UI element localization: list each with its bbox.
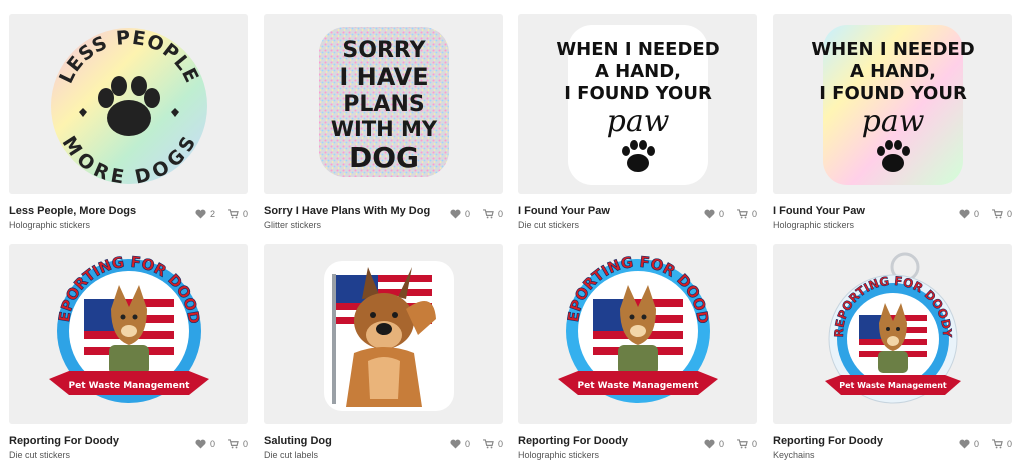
like-count: 0	[718, 439, 724, 449]
cart-count: 0	[497, 209, 503, 219]
like-count: 0	[973, 209, 979, 219]
cart-icon[interactable]	[992, 209, 1003, 219]
product-grid: LESS PEOPLE MORE DOGS Less People, More …	[0, 0, 1024, 471]
sticker-line: A HAND,	[849, 61, 935, 82]
product-card[interactable]: LESS PEOPLE MORE DOGS Less People, More …	[9, 14, 248, 231]
saluting-dog-label-art	[323, 261, 454, 411]
product-actions: 0 0	[195, 439, 248, 449]
product-subtitle: Glitter stickers	[264, 220, 322, 230]
like-count: 2	[209, 209, 215, 219]
cart-count: 0	[751, 209, 757, 219]
heart-icon[interactable]	[450, 439, 461, 449]
heart-icon[interactable]	[704, 439, 715, 449]
sticker-line: WHEN I NEEDED	[556, 39, 719, 60]
like-count: 0	[973, 439, 979, 449]
heart-icon[interactable]	[195, 439, 206, 449]
product-subtitle: Die cut stickers	[9, 450, 71, 460]
product-card[interactable]: REPORTING FOR DOODY Pet Waste Management…	[773, 244, 1012, 461]
like-count: 0	[718, 209, 724, 219]
cart-icon[interactable]	[483, 209, 494, 219]
product-actions: 0 0	[959, 439, 1012, 449]
cart-count: 0	[242, 439, 248, 449]
product-subtitle: Holographic stickers	[518, 450, 600, 460]
product-image[interactable]: REPORTING FOR DOODY Pet Waste Management	[518, 244, 757, 424]
sticker-line: I FOUND YOUR	[564, 83, 712, 104]
badge-ribbon-text: Pet Waste Management	[839, 381, 947, 390]
found-your-paw-holo-sticker-art: WHEN I NEEDED A HAND, I FOUND YOUR paw	[811, 25, 974, 185]
product-title[interactable]: I Found Your Paw	[518, 205, 708, 218]
cart-icon[interactable]	[483, 439, 494, 449]
product-image[interactable]: WHEN I NEEDED A HAND, I FOUND YOUR paw	[773, 14, 1012, 194]
product-actions: 0 0	[704, 439, 757, 449]
product-actions: 0 0	[959, 209, 1012, 219]
sticker-line: I FOUND YOUR	[819, 83, 967, 104]
sorry-plans-sticker-art: SORRY I HAVE PLANS WITH MY DOG	[318, 27, 449, 177]
cart-count: 0	[1006, 439, 1012, 449]
heart-icon[interactable]	[704, 209, 715, 219]
product-actions: 0 0	[704, 209, 757, 219]
sticker-script-word: paw	[606, 104, 669, 139]
product-card[interactable]: REPORTING FOR DOODY Pet Waste Management…	[9, 244, 248, 461]
cart-icon[interactable]	[737, 209, 748, 219]
like-count: 0	[209, 439, 215, 449]
product-card[interactable]: SORRY I HAVE PLANS WITH MY DOG Sorry I H…	[264, 14, 503, 231]
product-title[interactable]: Less People, More Dogs	[9, 205, 199, 218]
sticker-line: PLANS	[343, 92, 424, 117]
product-title[interactable]: I Found Your Paw	[773, 205, 963, 218]
product-subtitle: Die cut labels	[264, 450, 319, 460]
reporting-for-doody-badge-art: REPORTING FOR DOODY Pet Waste Management	[39, 249, 209, 403]
product-title[interactable]: Sorry I Have Plans With My Dog	[264, 205, 454, 218]
sticker-line: I HAVE	[339, 63, 428, 91]
product-actions: 2 0	[195, 209, 248, 219]
less-people-sticker-art: LESS PEOPLE MORE DOGS	[50, 27, 207, 189]
product-title[interactable]: Saluting Dog	[264, 435, 454, 448]
reporting-for-doody-holo-badge-art: REPORTING FOR DOODY Pet Waste Management	[548, 249, 718, 403]
reporting-for-doody-keychain-art: REPORTING FOR DOODY Pet Waste Management	[824, 252, 961, 403]
like-count: 0	[464, 439, 470, 449]
sticker-line: WHEN I NEEDED	[811, 39, 974, 60]
sticker-line: DOG	[348, 141, 418, 174]
product-title[interactable]: Reporting For Doody	[9, 435, 199, 448]
heart-icon[interactable]	[959, 439, 970, 449]
sticker-line: A HAND,	[594, 61, 680, 82]
product-subtitle: Keychains	[773, 450, 815, 460]
product-title[interactable]: Reporting For Doody	[773, 435, 963, 448]
cart-icon[interactable]	[992, 439, 1003, 449]
product-image[interactable]: SORRY I HAVE PLANS WITH MY DOG	[264, 14, 503, 194]
product-card[interactable]: WHEN I NEEDED A HAND, I FOUND YOUR paw I…	[773, 14, 1012, 231]
cart-icon[interactable]	[228, 439, 239, 449]
cart-count: 0	[751, 439, 757, 449]
cart-icon[interactable]	[737, 439, 748, 449]
product-card[interactable]: Saluting Dog Die cut labels 0 0	[264, 244, 503, 461]
like-count: 0	[464, 209, 470, 219]
sticker-line: SORRY	[342, 38, 426, 63]
product-subtitle: Holographic stickers	[9, 220, 91, 230]
cart-icon[interactable]	[228, 209, 239, 219]
product-image[interactable]: WHEN I NEEDED A HAND, I FOUND YOUR paw	[518, 14, 757, 194]
heart-icon[interactable]	[959, 209, 970, 219]
product-actions: 0 0	[450, 439, 503, 449]
cart-count: 0	[497, 439, 503, 449]
badge-ribbon-text: Pet Waste Management	[577, 381, 699, 391]
cart-count: 0	[1006, 209, 1012, 219]
product-card[interactable]: WHEN I NEEDED A HAND, I FOUND YOUR paw I…	[518, 14, 757, 231]
product-image[interactable]: REPORTING FOR DOODY Pet Waste Management	[773, 244, 1012, 424]
badge-ribbon-text: Pet Waste Management	[68, 381, 190, 391]
product-subtitle: Die cut stickers	[518, 220, 580, 230]
sticker-script-word: paw	[861, 104, 924, 139]
product-actions: 0 0	[450, 209, 503, 219]
heart-icon[interactable]	[450, 209, 461, 219]
heart-icon[interactable]	[195, 209, 206, 219]
product-image[interactable]: REPORTING FOR DOODY Pet Waste Management	[9, 244, 248, 424]
product-title[interactable]: Reporting For Doody	[518, 435, 708, 448]
cart-count: 0	[242, 209, 248, 219]
product-card[interactable]: REPORTING FOR DOODY Pet Waste Management…	[518, 244, 757, 461]
product-subtitle: Holographic stickers	[773, 220, 855, 230]
found-your-paw-sticker-art: WHEN I NEEDED A HAND, I FOUND YOUR paw	[556, 25, 719, 185]
product-image[interactable]	[264, 244, 503, 424]
sticker-line: WITH MY	[330, 117, 437, 141]
product-image[interactable]: LESS PEOPLE MORE DOGS	[9, 14, 248, 194]
